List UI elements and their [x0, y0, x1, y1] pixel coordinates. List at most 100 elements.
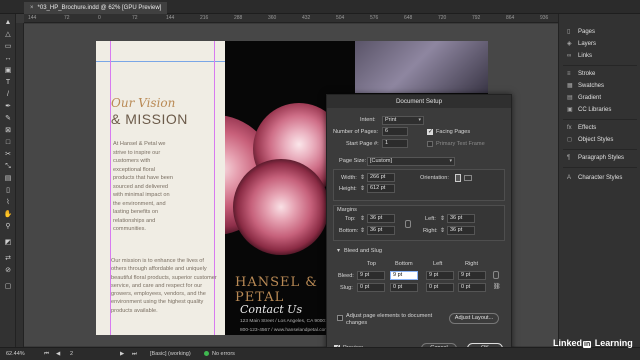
panel-effects[interactable]: fx Effects [567, 122, 639, 134]
bleed-slug-label: Bleed and Slug [344, 248, 382, 254]
page-tool-icon[interactable]: ▭ [3, 42, 13, 52]
slug-label: Slug: [340, 285, 353, 291]
panel-links[interactable]: ∞ Links [567, 50, 639, 62]
line-tool-icon[interactable]: / [3, 90, 13, 100]
link-bleed-icon[interactable] [493, 271, 499, 279]
stepper-icon[interactable]: ⇕ [440, 227, 445, 234]
link-margins-icon[interactable] [405, 220, 411, 228]
stepper-icon[interactable]: ⇕ [440, 215, 445, 222]
margin-left-label: Left: [425, 216, 436, 222]
apply-none-icon[interactable]: ⊘ [3, 266, 13, 276]
adjust-layout-button[interactable]: Adjust Layout... [449, 313, 499, 324]
bleed-left-input[interactable]: 9 pt [426, 271, 454, 280]
zoom-tool-icon[interactable]: ⚲ [3, 222, 13, 232]
document-tab[interactable]: × *03_HP_Brochure.indd @ 62% [GPU Preview… [24, 2, 168, 14]
adjust-elements-checkbox[interactable] [337, 315, 343, 321]
pencil-tool-icon[interactable]: ✎ [3, 114, 13, 124]
width-input[interactable]: 266 pt [367, 173, 395, 182]
page-left[interactable]: Our Vision & MISSION At Hansel & Petal w… [96, 41, 225, 335]
ruler-tick: 432 [302, 15, 311, 21]
note-tool-icon[interactable]: ▯ [3, 186, 13, 196]
horizontal-ruler: 144 72 0 72 144 216 288 360 432 504 576 … [24, 14, 558, 23]
fill-stroke-swatch-icon[interactable]: ◩ [3, 238, 13, 248]
free-transform-tool-icon[interactable]: ⤡ [3, 162, 13, 172]
rectangle-tool-icon[interactable]: □ [3, 138, 13, 148]
panel-swatches[interactable]: ▦ Swatches [567, 80, 639, 92]
swap-colors-icon[interactable]: ⇄ [3, 254, 13, 264]
panel-label: Layers [578, 41, 597, 47]
pages-icon: ▯ [567, 29, 571, 35]
margins-label: Margins [337, 207, 357, 213]
slug-bottom-input[interactable]: 0 pt [390, 283, 418, 292]
rectangle-frame-tool-icon[interactable]: ⊠ [3, 126, 13, 136]
slug-top-input[interactable]: 0 pt [357, 283, 385, 292]
margin-top-input[interactable]: 36 pt [367, 214, 395, 223]
pen-tool-icon[interactable]: ✒ [3, 102, 13, 112]
type-tool-icon[interactable]: T [3, 78, 13, 88]
page-size-select[interactable]: [Custom] [367, 157, 455, 166]
slug-left-input[interactable]: 0 pt [426, 283, 454, 292]
unlink-slug-icon[interactable]: ⛓ [493, 283, 501, 290]
direct-selection-tool-icon[interactable]: △ [3, 30, 13, 40]
panel-cc-libraries[interactable]: ▣ CC Libraries [567, 104, 639, 116]
panel-layers[interactable]: ◈ Layers [567, 38, 639, 50]
flower-photo-right-bottom [233, 159, 329, 255]
prev-page-icon[interactable]: ◀ [56, 351, 60, 357]
gap-tool-icon[interactable]: ↔ [3, 54, 13, 64]
slug-right-input[interactable]: 0 pt [458, 283, 486, 292]
panel-label: Pages [578, 29, 596, 35]
portrait-orientation-icon[interactable] [455, 174, 461, 182]
scissors-tool-icon[interactable]: ✂ [3, 150, 13, 160]
last-page-icon[interactable]: ⏭ [132, 351, 137, 358]
screen-mode-icon[interactable]: ▢ [3, 282, 13, 292]
selection-tool-icon[interactable]: ▲ [3, 18, 13, 28]
page-number[interactable]: 2 [70, 351, 73, 357]
panel-label: Stroke [578, 71, 596, 77]
gradient-tool-icon[interactable]: ▤ [3, 174, 13, 184]
stepper-icon[interactable]: ⇕ [360, 227, 365, 234]
bleed-label: Bleed: [338, 273, 354, 279]
panel-character-styles[interactable]: A Character Styles [567, 172, 639, 184]
close-tab-icon[interactable]: × [30, 2, 34, 14]
margin-bottom-input[interactable]: 36 pt [367, 226, 395, 235]
margin-top-label: Top: [345, 216, 356, 222]
panel-gradient[interactable]: ▤ Gradient [567, 92, 639, 104]
contact-address: 123 Main Street / Los Angeles, CA 90001 [240, 319, 328, 324]
zoom-level[interactable]: 62.44% [6, 351, 25, 357]
panel-pages[interactable]: ▯ Pages [567, 26, 639, 38]
margin-left-input[interactable]: 36 pt [447, 214, 475, 223]
hand-tool-icon[interactable]: ✋ [3, 210, 13, 220]
panel-divider [563, 149, 637, 150]
bleed-right-input[interactable]: 9 pt [458, 271, 486, 280]
primary-text-frame-checkbox[interactable] [427, 141, 433, 147]
stepper-icon[interactable]: ⇕ [360, 174, 365, 181]
intent-select[interactable]: Print [382, 116, 424, 125]
panel-label: Gradient [578, 95, 602, 101]
links-icon: ∞ [567, 53, 572, 59]
landscape-orientation-icon[interactable] [464, 175, 472, 181]
document-tab-bar: × *03_HP_Brochure.indd @ 62% [GPU Preview… [0, 0, 640, 14]
bleed-bottom-input[interactable]: 9 pt [390, 271, 418, 280]
stepper-icon[interactable]: ⇕ [360, 215, 365, 222]
page-size-label: Page Size: [339, 158, 367, 164]
first-page-icon[interactable]: ⏮ [44, 351, 49, 358]
stepper-icon[interactable]: ⇕ [360, 185, 365, 192]
content-collector-icon[interactable]: ▣ [3, 66, 13, 76]
ruler-tick: 864 [506, 15, 515, 21]
num-pages-input[interactable]: 6 [382, 127, 408, 136]
disclosure-triangle-icon[interactable]: ▾ [337, 247, 340, 254]
facing-pages-checkbox[interactable] [427, 128, 433, 135]
status-bar: 62.44% ⏮ ◀ 2 ▶ ⏭ [Basic] (working) No er… [0, 347, 640, 360]
start-page-input[interactable]: 1 [382, 139, 408, 148]
preflight-profile[interactable]: [Basic] (working) [150, 351, 191, 357]
panel-stroke[interactable]: ≡ Stroke [567, 68, 639, 80]
layers-icon: ◈ [567, 41, 572, 47]
eyedropper-tool-icon[interactable]: ⌇ [3, 198, 13, 208]
cc-libraries-icon: ▣ [567, 107, 573, 113]
margin-right-input[interactable]: 36 pt [447, 226, 475, 235]
height-input[interactable]: 612 pt [367, 184, 395, 193]
bleed-top-input[interactable]: 9 pt [357, 271, 385, 280]
panel-paragraph-styles[interactable]: ¶ Paragraph Styles [567, 152, 639, 164]
next-page-icon[interactable]: ▶ [120, 351, 124, 357]
panel-object-styles[interactable]: ◻ Object Styles [567, 134, 639, 146]
